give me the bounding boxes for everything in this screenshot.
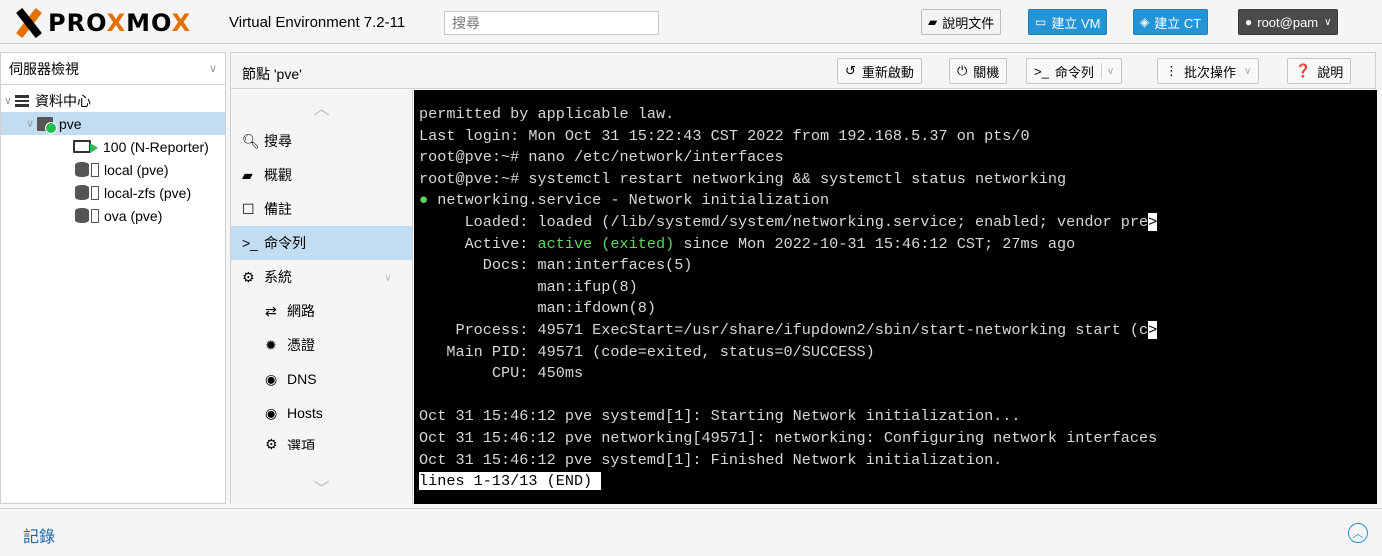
expand-up-icon[interactable]: ︿ (1348, 523, 1368, 543)
ellipsis-vertical-icon: ⋮ (1165, 63, 1178, 78)
terminal-output: permitted by applicable law. Last login: … (419, 105, 1158, 491)
gear-icon: ⚙ (265, 436, 278, 450)
tree-item-storage-local[interactable]: local (pve) (1, 158, 225, 181)
storage-status-icon (91, 208, 99, 223)
node-content-panel: 節點 'pve' ↺ 重新啟動 ⏻ 關機 >_ 命令列 ∨ ⋮ 批次操作 ∨ ❓… (230, 52, 1377, 504)
database-icon (75, 208, 89, 223)
create-ct-button[interactable]: ◈ 建立 CT (1133, 9, 1209, 35)
chevron-down-icon: ∨ (1244, 65, 1252, 77)
book-icon: ▰ (928, 15, 938, 29)
node-online-icon (37, 116, 57, 134)
create-vm-button[interactable]: ▭ 建立 VM (1028, 9, 1108, 35)
nav-item-options[interactable]: ⚙ 選項 (231, 430, 412, 450)
book-icon: ▰ (242, 166, 253, 183)
database-icon (75, 185, 89, 200)
power-icon: ⏻ (957, 63, 968, 78)
help-button[interactable]: ❓ 說明 (1287, 58, 1352, 84)
nav-item-network[interactable]: ⇄ 網路 (231, 294, 412, 328)
documentation-button[interactable]: ▰ 說明文件 (921, 9, 1002, 35)
node-navigation: ︿ 🔍︎ 搜尋 ▰ 概觀 ☐ 備註 >_ 命令列 ⚙ 系統 ∨ ⇄ 網路 ✹ 憑… (231, 90, 413, 504)
nav-item-shell[interactable]: >_ 命令列 (231, 226, 412, 260)
certificate-icon: ✹ (265, 336, 277, 353)
tree-item-node-pve[interactable]: ∨ pve (1, 112, 225, 135)
chevron-down-icon[interactable]: ∨ (1107, 66, 1114, 77)
chevron-down-icon: ∨ (383, 271, 392, 284)
vm-running-icon (73, 140, 98, 153)
storage-status-icon (91, 185, 99, 200)
page-title: 節點 'pve' (242, 66, 302, 82)
cube-icon: ◈ (1140, 15, 1150, 29)
nav-item-dns[interactable]: ◉ DNS (231, 362, 412, 396)
view-selector[interactable]: 伺服器檢視 ∨ (1, 53, 225, 85)
tree-item-vm-100[interactable]: 100 (N-Reporter) (1, 135, 225, 158)
scroll-down-arrow-icon[interactable]: ﹀ (231, 470, 412, 504)
log-panel: 記錄 ︿ (0, 508, 1382, 556)
content-toolbar: 節點 'pve' ↺ 重新啟動 ⏻ 關機 >_ 命令列 ∨ ⋮ 批次操作 ∨ ❓… (231, 53, 1375, 89)
pager-status: lines 1-13/13 (END) (419, 472, 593, 491)
storage-status-icon (91, 162, 99, 177)
reboot-button[interactable]: ↺ 重新啟動 (837, 58, 922, 84)
tree-item-datacenter[interactable]: ∨ 資料中心 (1, 89, 225, 112)
user-icon: ● (1245, 15, 1253, 29)
expand-toggle-icon[interactable]: ∨ (23, 117, 37, 130)
resource-tree: 伺服器檢視 ∨ ∨ 資料中心 ∨ pve 100 (N-Reporter) lo… (0, 52, 226, 504)
datacenter-icon (15, 94, 29, 107)
cogs-icon: ⚙ (242, 268, 255, 285)
desktop-icon: ▭ (1035, 15, 1047, 29)
bulk-actions-button[interactable]: ⋮ 批次操作 ∨ (1157, 58, 1260, 84)
shell-button[interactable]: >_ 命令列 ∨ (1026, 58, 1123, 84)
proxmox-x-icon (12, 7, 46, 39)
product-version-title: Virtual Environment 7.2-11 (229, 14, 406, 31)
terminal-icon: >_ (242, 235, 258, 251)
tree-item-storage-ova[interactable]: ova (pve) (1, 204, 225, 227)
scroll-up-arrow-icon[interactable]: ︿ (231, 90, 412, 124)
nav-item-summary[interactable]: ▰ 概觀 (231, 158, 412, 192)
nav-item-system[interactable]: ⚙ 系統 ∨ (231, 260, 412, 294)
exchange-icon: ⇄ (265, 302, 277, 319)
search-icon: 🔍︎ (242, 132, 260, 149)
user-menu-button[interactable]: ● root@pam ∨ (1238, 9, 1339, 35)
shell-terminal[interactable]: permitted by applicable law. Last login: … (414, 90, 1377, 504)
nav-item-notes[interactable]: ☐ 備註 (231, 192, 412, 226)
top-header: PROXMOX Virtual Environment 7.2-11 ▰ 說明文… (0, 0, 1382, 44)
globe-icon: ◉ (265, 404, 278, 421)
database-icon (75, 162, 89, 177)
undo-icon: ↺ (845, 63, 856, 78)
sticky-note-icon: ☐ (242, 200, 255, 217)
search-input[interactable] (444, 11, 659, 35)
nav-item-hosts[interactable]: ◉ Hosts (231, 396, 412, 430)
chevron-down-icon: ∨ (208, 63, 217, 75)
nav-item-search[interactable]: 🔍︎ 搜尋 (231, 124, 412, 158)
proxmox-logo: PROXMOX (12, 7, 191, 39)
shutdown-button[interactable]: ⏻ 關機 (949, 58, 1008, 84)
question-circle-icon: ❓ (1295, 63, 1312, 78)
globe-icon: ◉ (265, 370, 278, 387)
nav-item-certificates[interactable]: ✹ 憑證 (231, 328, 412, 362)
expand-toggle-icon[interactable]: ∨ (1, 94, 15, 107)
log-title: 記錄 (23, 529, 56, 546)
chevron-down-icon: ∨ (1324, 16, 1332, 28)
terminal-icon: >_ (1034, 63, 1049, 79)
tree-item-storage-local-zfs[interactable]: local-zfs (pve) (1, 181, 225, 204)
